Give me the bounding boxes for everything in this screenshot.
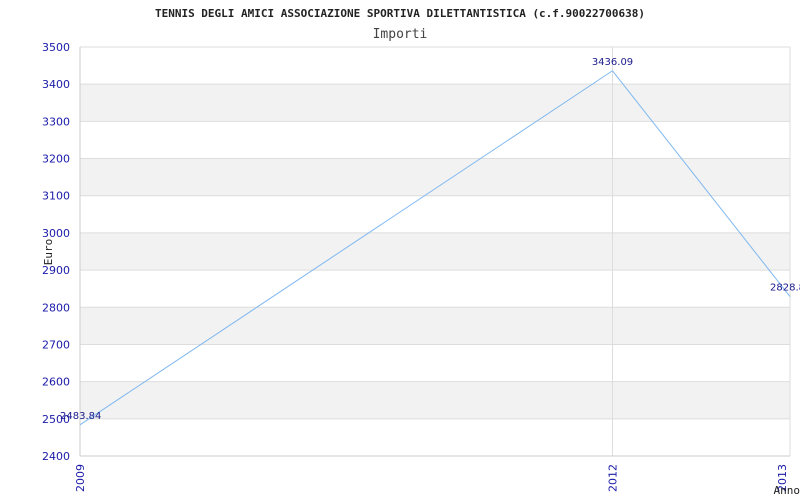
plot-band	[80, 232, 790, 271]
y-tick-label: 3200	[42, 153, 70, 166]
data-label: 2828.8	[770, 283, 800, 294]
plot-band	[80, 158, 790, 196]
plot-band	[80, 84, 790, 122]
line-chart: 2400250026002700280029003000310032003300…	[42, 7, 800, 497]
y-tick-label: 3500	[42, 41, 70, 54]
x-tick-label: 2009	[74, 464, 87, 492]
data-label: 2483.84	[60, 411, 101, 422]
plot-band	[80, 381, 790, 419]
y-tick-label: 3000	[42, 227, 70, 240]
y-tick-label: 2400	[42, 450, 70, 463]
y-tick-label: 3100	[42, 190, 70, 203]
y-tick-label: 3400	[42, 78, 70, 91]
x-tick-labels: 2009 2012 2013	[74, 464, 789, 492]
chart-subtitle: Importi	[373, 27, 428, 42]
chart-title: TENNIS DEGLI AMICI ASSOCIAZIONE SPORTIVA…	[155, 7, 645, 20]
y-tick-label: 2600	[42, 376, 70, 389]
x-tick-label: 2012	[607, 464, 620, 492]
x-axis-label: Anno	[774, 484, 800, 497]
plot-band	[80, 307, 790, 345]
plot-background-bands	[80, 84, 790, 419]
y-tick-label: 3300	[42, 115, 70, 128]
y-tick-label: 2700	[42, 338, 70, 351]
y-tick-label: 2800	[42, 301, 70, 314]
data-label: 3436.09	[592, 57, 633, 68]
y-axis-label: Euro	[42, 239, 55, 266]
